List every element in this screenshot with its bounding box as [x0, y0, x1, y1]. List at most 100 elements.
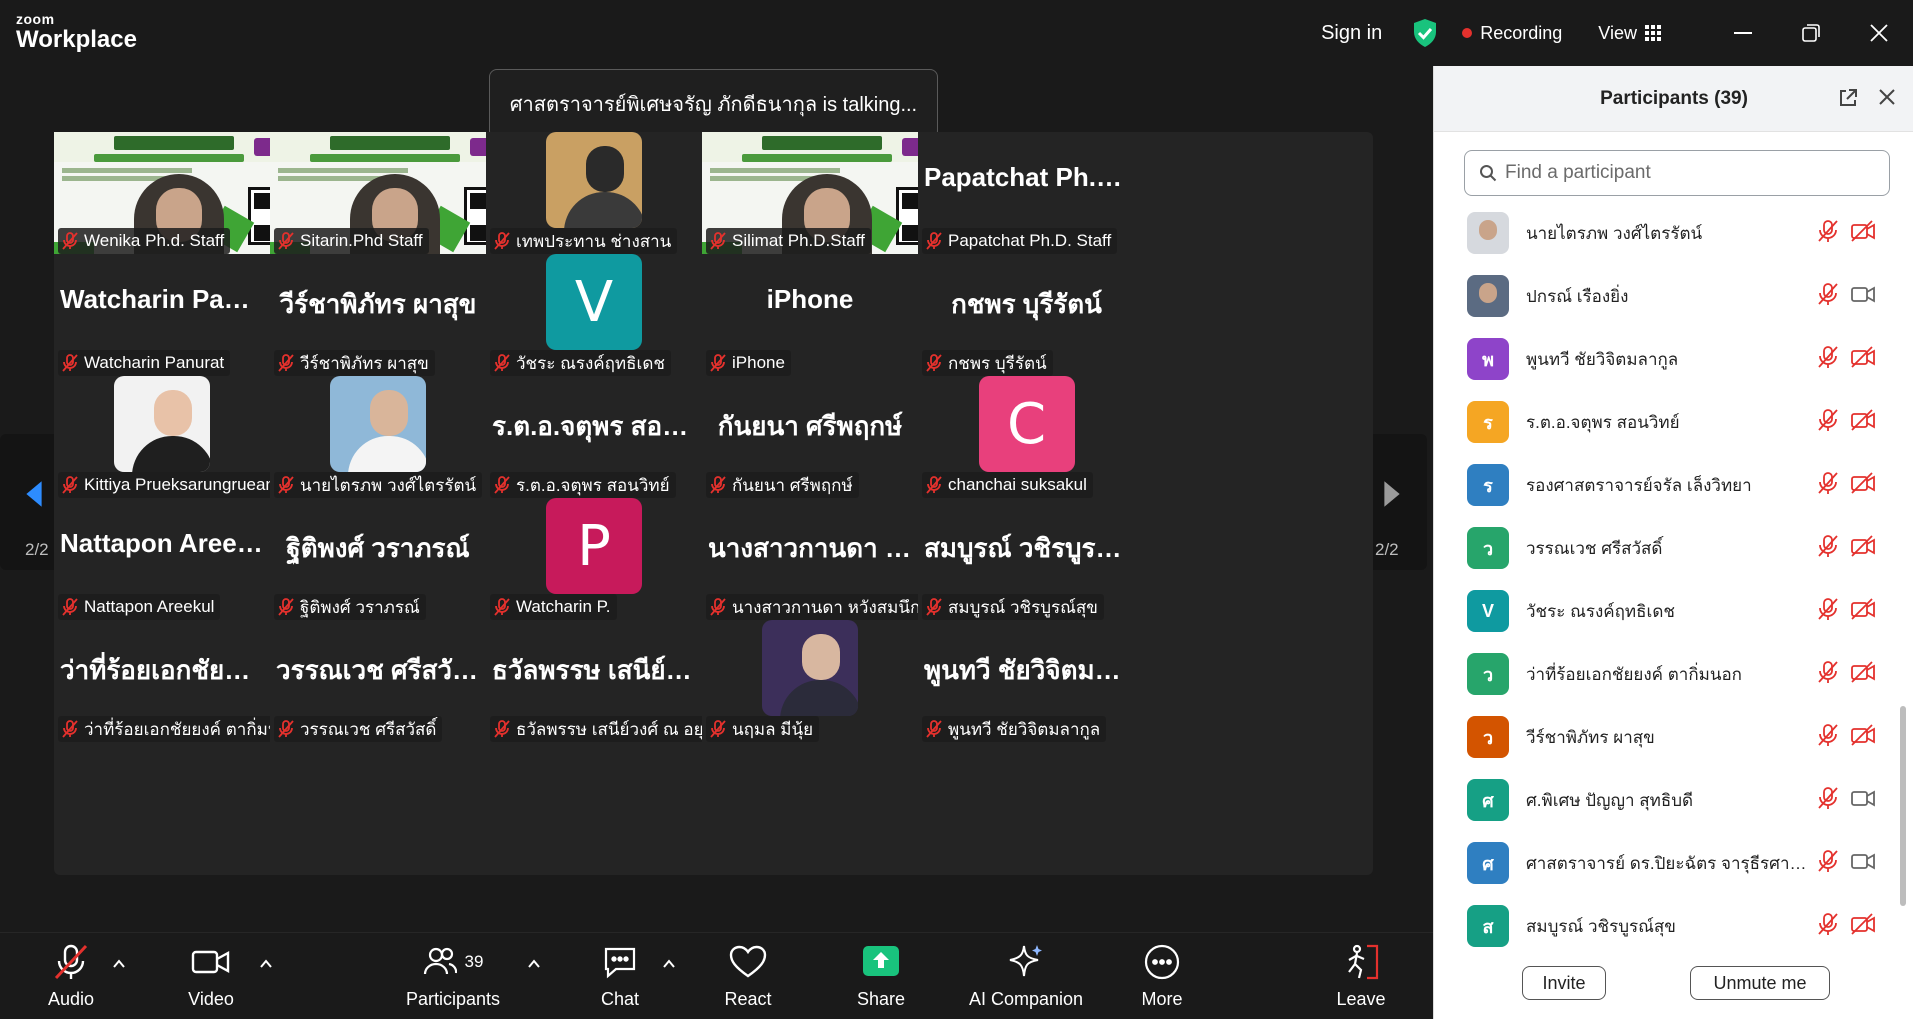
participant-row[interactable]: ร ร.ต.อ.จตุพร สอนวิทย์ [1434, 391, 1894, 453]
muted-mic-icon[interactable] [1817, 282, 1839, 311]
muted-mic-icon[interactable] [1817, 597, 1839, 626]
share-button[interactable]: Share [856, 933, 906, 1019]
more-button[interactable]: More [1134, 933, 1190, 1019]
chat-button[interactable]: Chat [595, 933, 645, 1019]
video-tile[interactable]: ร.ต.อ.จตุพร สอนวิทย์ร.ต.อ.จตุพร สอนวิทย์ [486, 376, 702, 498]
video-off-icon[interactable] [1850, 219, 1876, 247]
muted-mic-icon[interactable] [1817, 912, 1839, 941]
participants-scrollbar[interactable] [1900, 706, 1906, 906]
participant-row[interactable]: ส สมบูรณ์ วชิรบูรณ์สุข [1434, 895, 1894, 957]
close-window-button[interactable] [1845, 0, 1913, 66]
video-tile[interactable]: V วัชระ ณรงค์ฤทธิเดช [486, 254, 702, 376]
participants-options-caret-icon[interactable] [525, 955, 543, 973]
participant-name: วีร์ชาพิภัทร ผาสุข [1526, 727, 1655, 747]
participant-row[interactable]: พ พูนทวี ชัยวิจิตมลากูล [1434, 328, 1894, 390]
participant-row[interactable]: ร รองศาสตราจารย์จรัล เล็งวิทยา [1434, 454, 1894, 516]
logo-small-text: zoom [16, 11, 55, 27]
video-tile[interactable]: Silimat Ph.D.Staff [702, 132, 918, 254]
leave-button[interactable]: Leave [1333, 933, 1389, 1019]
ai-companion-button[interactable]: AI Companion [965, 933, 1087, 1019]
video-tile[interactable]: ธวัลพรรษ เสนีย์วงศ์ ณ อยุธยาธวัลพรรษ เสน… [486, 620, 702, 742]
video-tile[interactable]: ว่าที่ร้อยเอกชัยยงค์ ตากิ่มนอกว่าที่ร้อย… [54, 620, 270, 742]
pop-out-icon[interactable] [1838, 88, 1858, 108]
video-off-icon[interactable] [1850, 723, 1876, 751]
security-shield-icon[interactable] [1412, 18, 1438, 48]
video-tile[interactable]: Cchanchai suksakul [918, 376, 1135, 498]
video-tile[interactable]: Watcharin Panurat Watcharin Panurat [54, 254, 270, 376]
video-button[interactable]: Video [180, 933, 242, 1019]
video-tile[interactable]: Nattapon Areekul Nattapon Areekul [54, 498, 270, 620]
participant-row[interactable]: ศ ศาสตราจารย์ ดร.ปิยะฉัตร จารุธีรศาสตร์ [1434, 832, 1894, 894]
muted-mic-icon[interactable] [1817, 534, 1839, 563]
participant-row[interactable]: นายไตรภพ วงศ์ไตรรัตน์ [1434, 202, 1894, 264]
previous-page-arrow-icon[interactable] [20, 480, 48, 508]
video-off-icon[interactable] [1850, 471, 1876, 499]
video-tile[interactable]: กชพร บุรีรัตน์ กชพร บุรีรัตน์ [918, 254, 1135, 376]
audio-button[interactable]: Audio [40, 933, 102, 1019]
video-tile[interactable]: นางสาวกานดา หวังสมนึกนางสาวกานดา หวังสมน… [702, 498, 918, 620]
video-camera-icon[interactable] [1850, 283, 1876, 310]
react-button[interactable]: React [720, 933, 776, 1019]
muted-mic-icon[interactable] [1817, 660, 1839, 689]
video-tile[interactable]: นายไตรภพ วงศ์ไตรรัตน์ [270, 376, 486, 498]
share-label: Share [856, 989, 906, 1009]
video-off-icon[interactable] [1850, 534, 1876, 562]
participant-name: ร.ต.อ.จตุพร สอนวิทย์ [1526, 412, 1680, 432]
video-tile[interactable]: Papatchat Ph.D. Staff Papatchat Ph.D. Sta… [918, 132, 1135, 254]
participant-row[interactable]: ว ว่าที่ร้อยเอกชัยยงค์ ตากิ่มนอก [1434, 643, 1894, 705]
close-panel-icon[interactable] [1878, 88, 1896, 106]
video-tile[interactable]: กันยนา ศรีพฤกษ์ กันยนา ศรีพฤกษ์ [702, 376, 918, 498]
participant-photo [762, 620, 858, 716]
video-options-caret-icon[interactable] [257, 955, 275, 973]
muted-mic-icon[interactable] [1817, 471, 1839, 500]
muted-mic-icon [278, 354, 294, 372]
minimize-button[interactable] [1709, 0, 1777, 66]
view-button[interactable]: View [1598, 23, 1661, 44]
tile-name-label: นางสาวกานดา หวังสมนึก [706, 594, 918, 620]
video-tile[interactable]: ฐิติพงศ์ วราภรณ์ ฐิติพงศ์ วราภรณ์ [270, 498, 486, 620]
sign-in-button[interactable]: Sign in [1321, 22, 1382, 45]
participant-row[interactable]: ว วรรณเวช ศรีสวัสดิ์ [1434, 517, 1894, 579]
video-off-icon[interactable] [1850, 912, 1876, 940]
video-camera-icon[interactable] [1850, 850, 1876, 877]
tile-name-label: Watcharin P. [490, 594, 617, 620]
participant-row[interactable]: ปกรณ์ เรืองยิ่ง [1434, 265, 1894, 327]
video-tile[interactable]: นฤมล มีนุ้ย [702, 620, 918, 742]
video-camera-icon[interactable] [1850, 787, 1876, 814]
muted-mic-icon[interactable] [1817, 219, 1839, 248]
muted-mic-icon[interactable] [1817, 345, 1839, 374]
chat-options-caret-icon[interactable] [660, 955, 678, 973]
video-tile[interactable]: วรรณเวช ศรีสวัสดิ์ วรรณเวช ศรีสวัสดิ์ [270, 620, 486, 742]
video-tile[interactable]: Kittiya Prueksarungrueang [54, 376, 270, 498]
video-tile[interactable]: พูนทวี ชัยวิจิตมลากูล พูนทวี ชัยวิจิตมลาก… [918, 620, 1135, 742]
muted-mic-icon[interactable] [1817, 723, 1839, 752]
video-off-icon[interactable] [1850, 345, 1876, 373]
audio-options-caret-icon[interactable] [110, 955, 128, 973]
participant-row[interactable]: V วัชระ ณรงค์ฤทธิเดช [1434, 580, 1894, 642]
invite-button[interactable]: Invite [1522, 966, 1606, 1000]
muted-mic-icon[interactable] [1817, 849, 1839, 878]
video-tile[interactable]: เทพประทาน ช่างสาน [486, 132, 702, 254]
find-participant-input[interactable]: Find a participant [1464, 150, 1890, 196]
muted-mic-icon[interactable] [1817, 786, 1839, 815]
video-off-icon[interactable] [1850, 660, 1876, 688]
next-page-arrow-icon[interactable] [1378, 480, 1406, 508]
participants-panel-footer: Invite Unmute me [1434, 952, 1913, 1012]
participant-avatar: ร [1467, 401, 1509, 443]
video-tile[interactable]: Wenika Ph.d. Staff [54, 132, 270, 254]
video-off-icon[interactable] [1850, 597, 1876, 625]
muted-mic-icon[interactable] [1817, 408, 1839, 437]
video-tile[interactable]: สมบูรณ์ วชิรบูรณ์สุข สมบูรณ์ วชิรบูรณ์สุข [918, 498, 1135, 620]
unmute-me-button[interactable]: Unmute me [1690, 966, 1830, 1000]
participant-row[interactable]: ศ ศ.พิเศษ ปัญญา สุทธิบดี [1434, 769, 1894, 831]
video-tile[interactable]: P Watcharin P. [486, 498, 702, 620]
participant-row[interactable]: ว วีร์ชาพิภัทร ผาสุข [1434, 706, 1894, 768]
video-tile[interactable]: iPhone iPhone [702, 254, 918, 376]
video-tile[interactable]: วีร์ชาพิภัทร ผาสุข วีร์ชาพิภัทร ผาสุข [270, 254, 486, 376]
restore-button[interactable] [1777, 0, 1845, 66]
video-tile[interactable]: Sitarin.Phd Staff [270, 132, 486, 254]
recording-indicator[interactable]: Recording [1462, 23, 1562, 44]
more-dots-icon [1144, 944, 1180, 980]
video-off-icon[interactable] [1850, 408, 1876, 436]
participants-button[interactable]: 39 Participants [403, 933, 503, 1019]
